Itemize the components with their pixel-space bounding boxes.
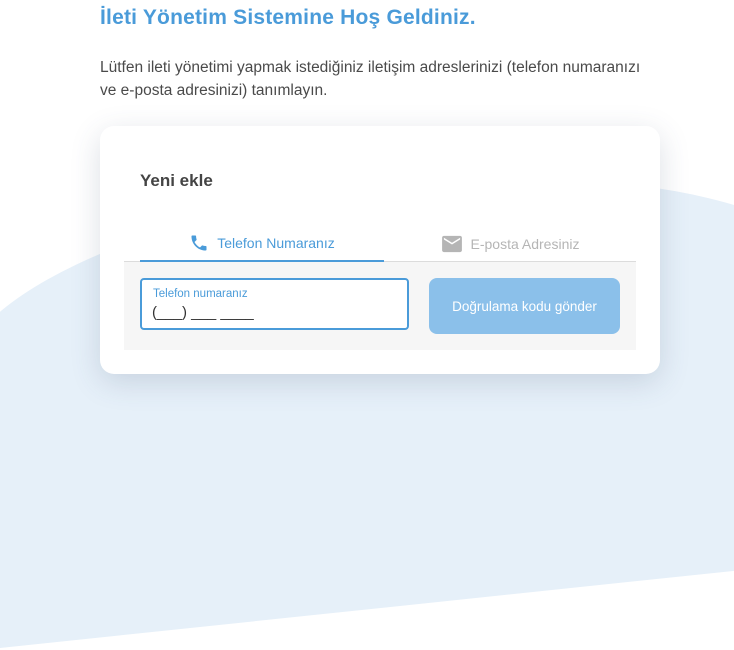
mail-icon [441, 235, 463, 253]
phone-icon [189, 233, 209, 253]
contact-tabs: Telefon Numaranız E-posta Adresiniz [124, 226, 636, 262]
intro-text: Lütfen ileti yönetimi yapmak istediğiniz… [100, 59, 641, 99]
add-contact-card: Yeni ekle Telefon Numaranız E-posta Adre… [100, 126, 660, 374]
tab-email-label: E-posta Adresiniz [470, 235, 580, 252]
phone-number-field[interactable]: Telefon numaranız [140, 278, 409, 330]
tab-email[interactable]: E-posta Adresiniz [384, 226, 636, 261]
tab-phone-label: Telefon Numaranız [217, 235, 335, 251]
phone-field-label: Telefon numaranız [153, 288, 248, 300]
send-verification-code-button[interactable]: Doğrulama kodu gönder [429, 278, 620, 334]
phone-form: Telefon numaranız Doğrulama kodu gönder [124, 262, 636, 350]
card-title: Yeni ekle [140, 171, 213, 190]
phone-number-input[interactable] [152, 304, 392, 321]
tab-phone[interactable]: Telefon Numaranız [140, 226, 384, 262]
page-title: İleti Yönetim Sistemine Hoş Geldiniz. [100, 6, 476, 29]
